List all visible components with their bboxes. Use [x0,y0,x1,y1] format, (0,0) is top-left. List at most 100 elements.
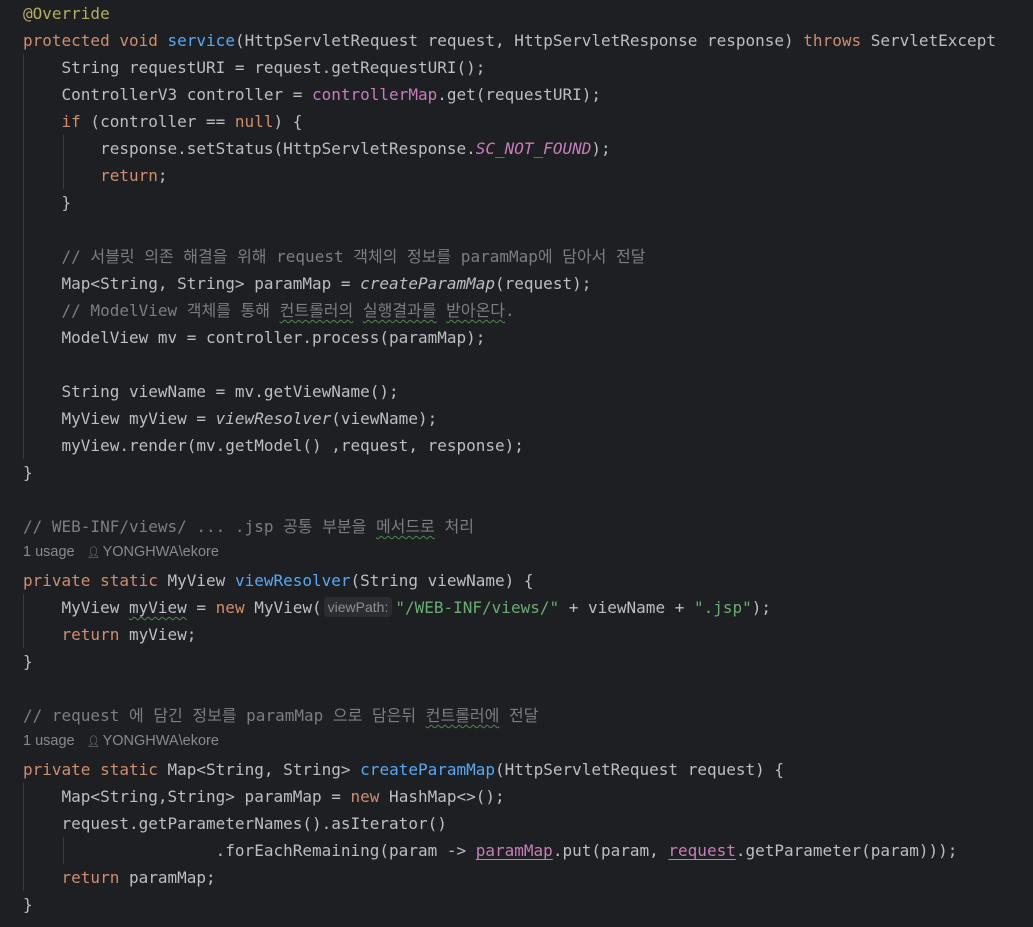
code-text: .put(param, [552,841,669,860]
keyword: new [215,598,245,617]
person-icon: 👤︎ [86,547,101,559]
code-line[interactable]: private static Map<String, String> creat… [0,756,1033,783]
code-line[interactable]: ControllerV3 controller = controllerMap.… [0,81,1033,108]
comment-text: 전달 [499,706,539,725]
code-text: .get(requestURI); [437,85,601,104]
keyword: return [61,625,120,644]
code-text: = [186,598,216,617]
code-line[interactable]: return paramMap; [0,864,1033,891]
person-icon: 👤︎ [86,736,101,748]
code-line[interactable]: myView.render(mv.getModel() ,request, re… [0,432,1033,459]
code-text: } [23,895,33,914]
method-name: viewResolver [234,571,351,590]
usages-count[interactable]: 1 usage [23,544,75,560]
code-text: myView.render(mv.getModel() ,request, re… [23,436,524,455]
comment-line[interactable]: // WEB-INF/views/ ... .jsp 공통 부분을 메서드로 처… [0,513,1033,540]
code-line[interactable]: MyView myView = new MyView(viewPath: "/WE… [0,594,1033,621]
code-line[interactable]: if (controller == null) { [0,108,1033,135]
comment-text: // request 에 담긴 정보를 paramMap 으로 담은뒤 [23,706,426,725]
static-constant: SC_NOT_FOUND [475,139,592,158]
code-text: ControllerV3 controller = [23,85,312,104]
captured-variable: paramMap [475,841,553,860]
author-name[interactable]: YONGHWA\ekore [103,733,219,749]
code-text: ServletExcept [861,31,996,50]
keyword: static [100,571,158,590]
code-text: Map<String, String> [157,760,361,779]
keyword: return [100,166,158,185]
typo-word[interactable]: 컨트롤러의 [280,301,354,320]
code-text: ; [157,166,168,185]
comment-line[interactable]: // request 에 담긴 정보를 paramMap 으로 담은뒤 컨트롤러… [0,702,1033,729]
code-text: myView; [119,625,197,644]
code-text: (request); [495,274,592,293]
code-text: } [23,463,33,482]
code-text: ) { [273,112,303,131]
comment-line[interactable]: // 서블릿 의존 해결을 위해 request 객체의 정보를 paramMa… [0,243,1033,270]
code-line[interactable]: } [0,648,1033,675]
code-line[interactable]: } [0,189,1033,216]
typo-word[interactable]: 받아온다 [446,301,505,320]
code-line[interactable]: return; [0,162,1033,189]
code-text: MyView( [244,598,322,617]
code-line[interactable]: private static MyView viewResolver(Strin… [0,567,1033,594]
method-name: createParamMap [360,760,496,779]
code-line[interactable]: return myView; [0,621,1033,648]
keyword: static [100,760,158,779]
code-text: ModelView mv = controller.process(paramM… [23,328,486,347]
code-text: (String viewName) { [350,571,534,590]
code-line[interactable]: Map<String, String> paramMap = createPar… [0,270,1033,297]
code-text: Map<String,String> paramMap = [23,787,351,806]
code-line[interactable]: @Override [0,0,1033,27]
typo-word[interactable]: 실행결과를 [363,301,437,320]
code-line[interactable]: } [0,459,1033,486]
code-line[interactable]: ModelView mv = controller.process(paramM… [0,324,1033,351]
keyword: if [61,112,81,131]
comment-text: // WEB-INF/views/ ... .jsp 공통 부분을 [23,517,376,536]
code-text: request.getParameterNames().asIterator() [23,814,447,833]
keyword: void [119,31,158,50]
comment-line[interactable]: // ModelView 객체를 통해 컨트롤러의 실행결과를 받아온다. [0,297,1033,324]
typo-word[interactable]: 컨트롤러에 [426,706,500,725]
comment-text: // 서블릿 의존 해결을 위해 request 객체의 정보를 paramMa… [23,247,646,266]
annotation: @Override [23,4,110,23]
string-literal: "/WEB-INF/views/" [395,598,560,617]
code-line[interactable]: Map<String,String> paramMap = new HashMa… [0,783,1033,810]
method-name: service [167,31,235,50]
code-line[interactable]: response.setStatus(HttpServletResponse.S… [0,135,1033,162]
code-text: paramMap; [119,868,216,887]
parameter-name-hint: viewPath: [323,597,393,617]
string-literal: ".jsp" [693,598,752,617]
code-line[interactable]: request.getParameterNames().asIterator() [0,810,1033,837]
typo-word[interactable]: myView [129,598,187,617]
code-text: } [23,193,72,212]
code-line[interactable]: .forEachRemaining(param -> paramMap.put(… [0,837,1033,864]
keyword: new [350,787,380,806]
code-text: MyView myView = [23,409,216,428]
code-line[interactable]: String viewName = mv.getViewName(); [0,378,1033,405]
comment-text [353,301,363,320]
code-vision-hint[interactable]: 1 usage 👤︎ YONGHWA\ekore [23,731,219,751]
typo-word[interactable]: 메서드로 [376,517,435,536]
usages-count[interactable]: 1 usage [23,733,75,749]
comment-text: 처리 [434,517,474,536]
keyword: throws [803,31,862,50]
comment-text: // ModelView 객체를 통해 [23,301,280,320]
code-text: (HttpServletRequest request) { [495,760,785,779]
code-line[interactable]: protected void service(HttpServletReques… [0,27,1033,54]
code-line[interactable]: } [0,891,1033,918]
author-name[interactable]: YONGHWA\ekore [103,544,219,560]
code-vision-hint[interactable]: 1 usage 👤︎ YONGHWA\ekore [23,542,219,562]
code-line[interactable]: MyView myView = viewResolver(viewName); [0,405,1033,432]
keyword: protected [23,31,110,50]
code-text: Map<String, String> paramMap = [23,274,361,293]
code-editor[interactable]: @Override protected void service(HttpSer… [0,0,1033,927]
code-line[interactable]: String requestURI = request.getRequestUR… [0,54,1033,81]
